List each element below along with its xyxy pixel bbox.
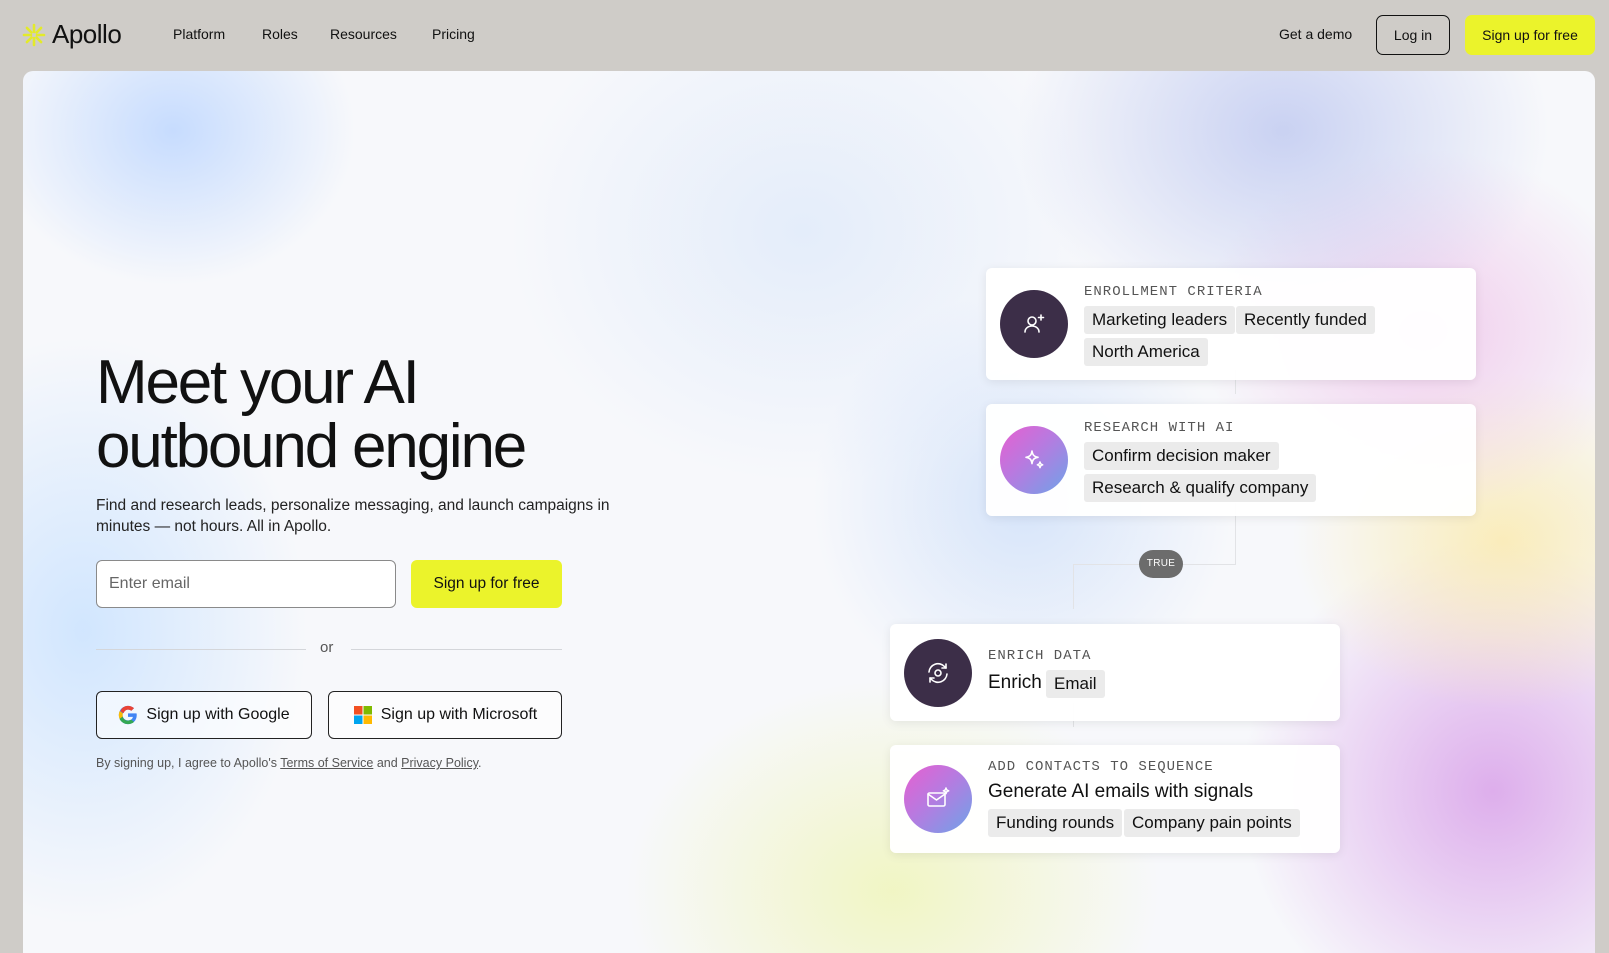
- nav-pricing[interactable]: Pricing: [432, 26, 475, 42]
- legal-prefix: By signing up, I agree to Apollo's: [96, 756, 277, 770]
- google-label: Sign up with Google: [146, 706, 290, 723]
- terms-link[interactable]: Terms of Service: [280, 756, 373, 770]
- chip-north-america: North America: [1084, 338, 1208, 366]
- sequence-label: ADD CONTACTS TO SEQUENCE: [988, 759, 1214, 775]
- chip-company-pain-points: Company pain points: [1124, 809, 1300, 837]
- add-to-sequence-card: ADD CONTACTS TO SEQUENCE Generate AI ema…: [890, 745, 1340, 853]
- enrich-label: ENRICH DATA: [988, 648, 1092, 664]
- research-with-ai-card: RESEARCH WITH AI Confirm decision maker …: [986, 404, 1476, 516]
- sparkle-icon: [1025, 450, 1044, 469]
- brand-name: Apollo: [52, 19, 122, 49]
- mail-sparkle-icon: [927, 787, 950, 807]
- microsoft-icon: [353, 706, 372, 724]
- google-icon: [119, 705, 138, 725]
- legal-and: and: [376, 756, 398, 770]
- divider-line-right: [351, 649, 562, 650]
- enrollment-criteria-card: ENROLLMENT CRITERIA Marketing leaders Re…: [986, 268, 1476, 380]
- research-badge: [1000, 426, 1068, 494]
- email-input[interactable]: [96, 560, 396, 608]
- chip-marketing-leaders: Marketing leaders: [1084, 306, 1236, 334]
- enrollment-label: ENROLLMENT CRITERIA: [1084, 284, 1263, 300]
- top-nav: Apollo Platform Roles Resources Pricing …: [0, 0, 1609, 70]
- sequence-title: Generate AI emails with signals: [988, 781, 1254, 802]
- legal-notice: By signing up, I agree to Apollo's Terms…: [96, 756, 482, 770]
- microsoft-signup-button[interactable]: Sign up with Microsoft: [328, 691, 562, 739]
- connector-to-enrich: [1073, 564, 1074, 609]
- hero-subtext: Find and research leads, personalize mes…: [96, 497, 610, 535]
- nav-resources[interactable]: Resources: [330, 26, 397, 42]
- chip-confirm-decision-maker: Confirm decision maker: [1084, 442, 1279, 470]
- signup-top-button[interactable]: Sign up for free: [1465, 15, 1595, 55]
- enrich-badge: [904, 639, 972, 707]
- sequence-badge: [904, 765, 972, 833]
- logo[interactable]: Apollo: [22, 19, 122, 50]
- privacy-link[interactable]: Privacy Policy: [401, 756, 478, 770]
- signup-hero-button[interactable]: Sign up for free: [411, 560, 562, 608]
- chip-funding-rounds: Funding rounds: [988, 809, 1123, 837]
- login-button[interactable]: Log in: [1376, 15, 1450, 55]
- user-sparkle-icon: [1024, 314, 1045, 333]
- or-divider: or: [96, 639, 562, 659]
- refresh-search-icon: [928, 662, 948, 684]
- chip-recently-funded: Recently funded: [1236, 306, 1375, 334]
- research-label: RESEARCH WITH AI: [1084, 420, 1235, 436]
- chip-research-qualify: Research & qualify company: [1084, 474, 1317, 502]
- enrich-word: Enrich: [988, 672, 1042, 693]
- headline-line-2: outbound engine: [96, 412, 527, 481]
- chip-email: Email: [1046, 670, 1105, 698]
- apollo-sunburst-icon: [22, 23, 46, 46]
- hero-headline: Meet your AI outbound engine: [96, 351, 656, 479]
- headline-line-1: Meet your AI: [96, 348, 420, 417]
- microsoft-label: Sign up with Microsoft: [380, 706, 538, 723]
- divider-line-left: [96, 649, 306, 650]
- condition-true-pill: TRUE: [1139, 550, 1183, 578]
- enrollment-badge: [1000, 290, 1068, 358]
- or-text: or: [320, 639, 334, 656]
- hero-panel: Meet your AI outbound engine Find and re…: [23, 71, 1595, 953]
- google-signup-button[interactable]: Sign up with Google: [96, 691, 312, 739]
- enrich-data-card: ENRICH DATA Enrich Email: [890, 624, 1340, 721]
- legal-suffix: .: [478, 756, 482, 770]
- nav-roles[interactable]: Roles: [262, 26, 298, 42]
- get-demo-link[interactable]: Get a demo: [1279, 26, 1352, 42]
- nav-platform[interactable]: Platform: [173, 26, 225, 42]
